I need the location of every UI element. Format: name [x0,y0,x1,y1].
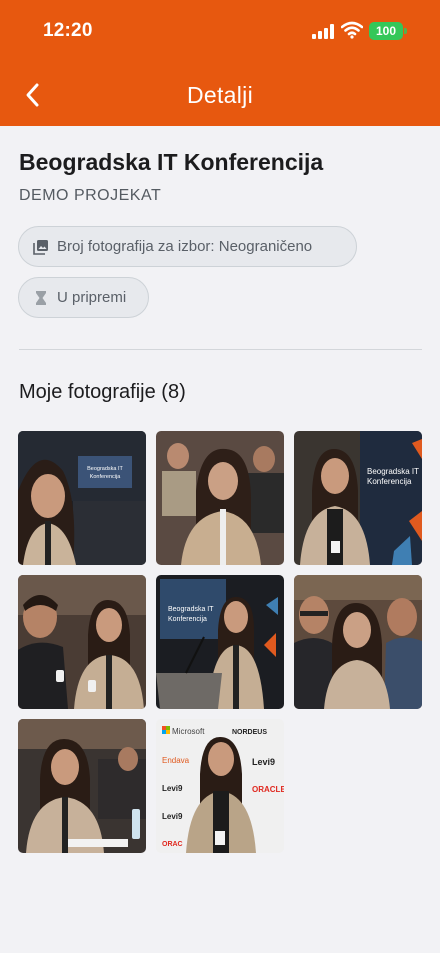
photo-image: Beogradska IT Konferencija [18,431,146,565]
photo-image [156,431,284,565]
photo-library-icon [33,239,48,255]
photo-thumbnail[interactable] [18,719,146,853]
cellular-signal-icon [312,24,334,39]
sponsor-logo: Microsoft [172,727,205,736]
photo-thumbnail[interactable]: Microsoft NORDEUS Endava Levi9 Levi9 ORA… [156,719,284,853]
status-chip: U pripremi [18,277,149,318]
project-name: Beogradska IT Konferencija [19,149,324,175]
app-header: 12:20 100 Detalji [0,0,440,126]
photo-image: Microsoft NORDEUS Endava Levi9 Levi9 ORA… [156,719,284,853]
screen-text: Beogradska IT [168,606,214,613]
status-bar: 12:20 100 [0,0,440,62]
photo-thumbnail[interactable] [156,431,284,565]
sponsor-logo: ORAC [162,841,183,848]
photo-thumbnail[interactable]: Beogradska IT Konferencija [18,431,146,565]
sponsor-logo: Levi9 [162,784,183,793]
status-label: U pripremi [57,289,127,306]
photo-limit-chip: Broj fotografija za izbor: Neograničeno [18,226,357,267]
gallery-title: Moje fotografije (8) [19,381,186,403]
photo-thumbnail[interactable]: Beogradska IT Konferencija [156,575,284,709]
screen-text: Konferencija [90,474,122,480]
screen-text: Beogradska IT [87,466,123,472]
sponsor-logo: ORACLE [252,785,284,794]
photo-limit-label: Broj fotografija za izbor: Neograničeno [57,238,313,255]
banner-text: Beogradska IT [367,467,419,476]
photo-thumbnail[interactable] [294,575,422,709]
wifi-icon [341,21,363,39]
sponsor-logo: Endava [162,756,190,765]
photo-image [18,719,146,853]
project-subtitle: DEMO PROJEKAT [19,187,162,204]
photo-thumbnail[interactable] [18,575,146,709]
sponsor-logo: Levi9 [162,812,183,821]
photo-image [18,575,146,709]
section-divider [19,349,422,350]
battery-tip [404,28,407,34]
photo-image [294,575,422,709]
page-title: Detalji [186,82,253,108]
sponsor-logo: NORDEUS [232,729,267,736]
battery-icon: 100 [369,22,403,40]
screen-text: Konferencija [168,616,207,623]
hourglass-icon [36,290,46,305]
banner-text: Konferencija [367,477,412,486]
photo-thumbnail[interactable]: Beogradska IT Konferencija [294,431,422,565]
status-time: 12:20 [43,20,93,41]
sponsor-logo: Levi9 [252,757,275,767]
photo-image: Beogradska IT Konferencija [294,431,422,565]
photo-image: Beogradska IT Konferencija [156,575,284,709]
